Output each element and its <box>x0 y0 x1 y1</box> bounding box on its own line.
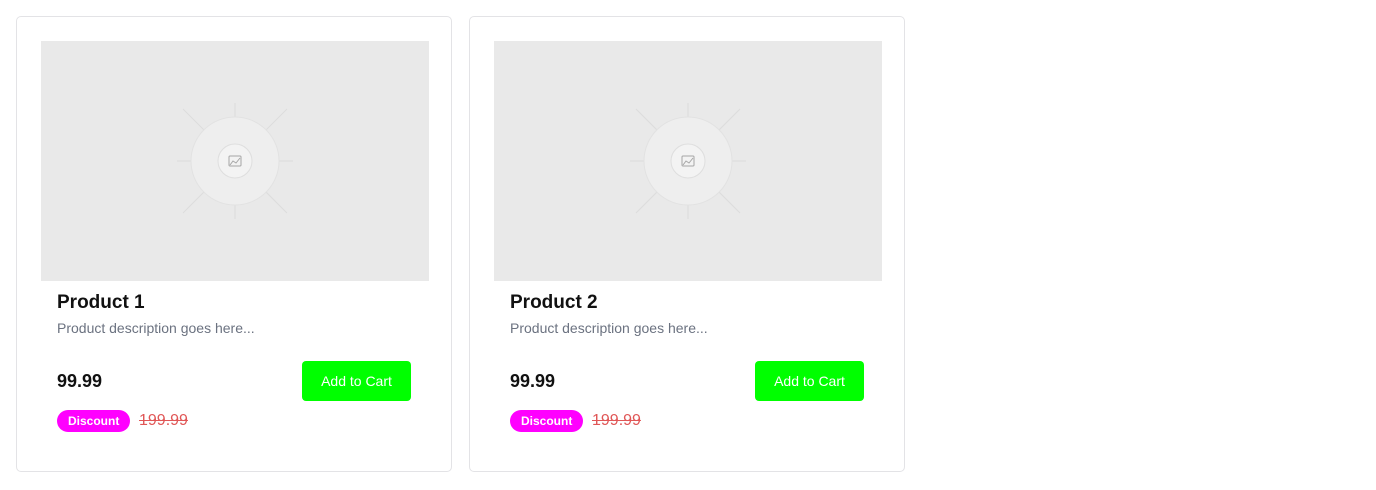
product-price: 99.99 <box>57 371 103 391</box>
product-title: Product 2 <box>510 292 598 313</box>
add-to-cart-button[interactable]: Add to Cart <box>755 361 864 401</box>
product-grid: Product 1 Product description goes here.… <box>0 0 1376 490</box>
discount-badge: Discount <box>510 410 584 432</box>
product-card: Product 2 Product description goes here.… <box>469 16 905 472</box>
product-card: Product 1 Product description goes here.… <box>16 16 452 472</box>
product-description: Product description goes here... <box>57 320 255 336</box>
discount-badge: Discount <box>57 410 131 432</box>
image-placeholder-graphic <box>177 103 293 219</box>
original-price: 199.99 <box>592 412 641 429</box>
product-image-placeholder <box>494 41 882 281</box>
add-to-cart-button[interactable]: Add to Cart <box>302 361 411 401</box>
product-title: Product 1 <box>57 292 145 313</box>
product-description: Product description goes here... <box>510 320 708 336</box>
image-placeholder-graphic <box>630 103 746 219</box>
product-price: 99.99 <box>510 371 556 391</box>
product-image-placeholder <box>41 41 429 281</box>
original-price: 199.99 <box>139 412 188 429</box>
